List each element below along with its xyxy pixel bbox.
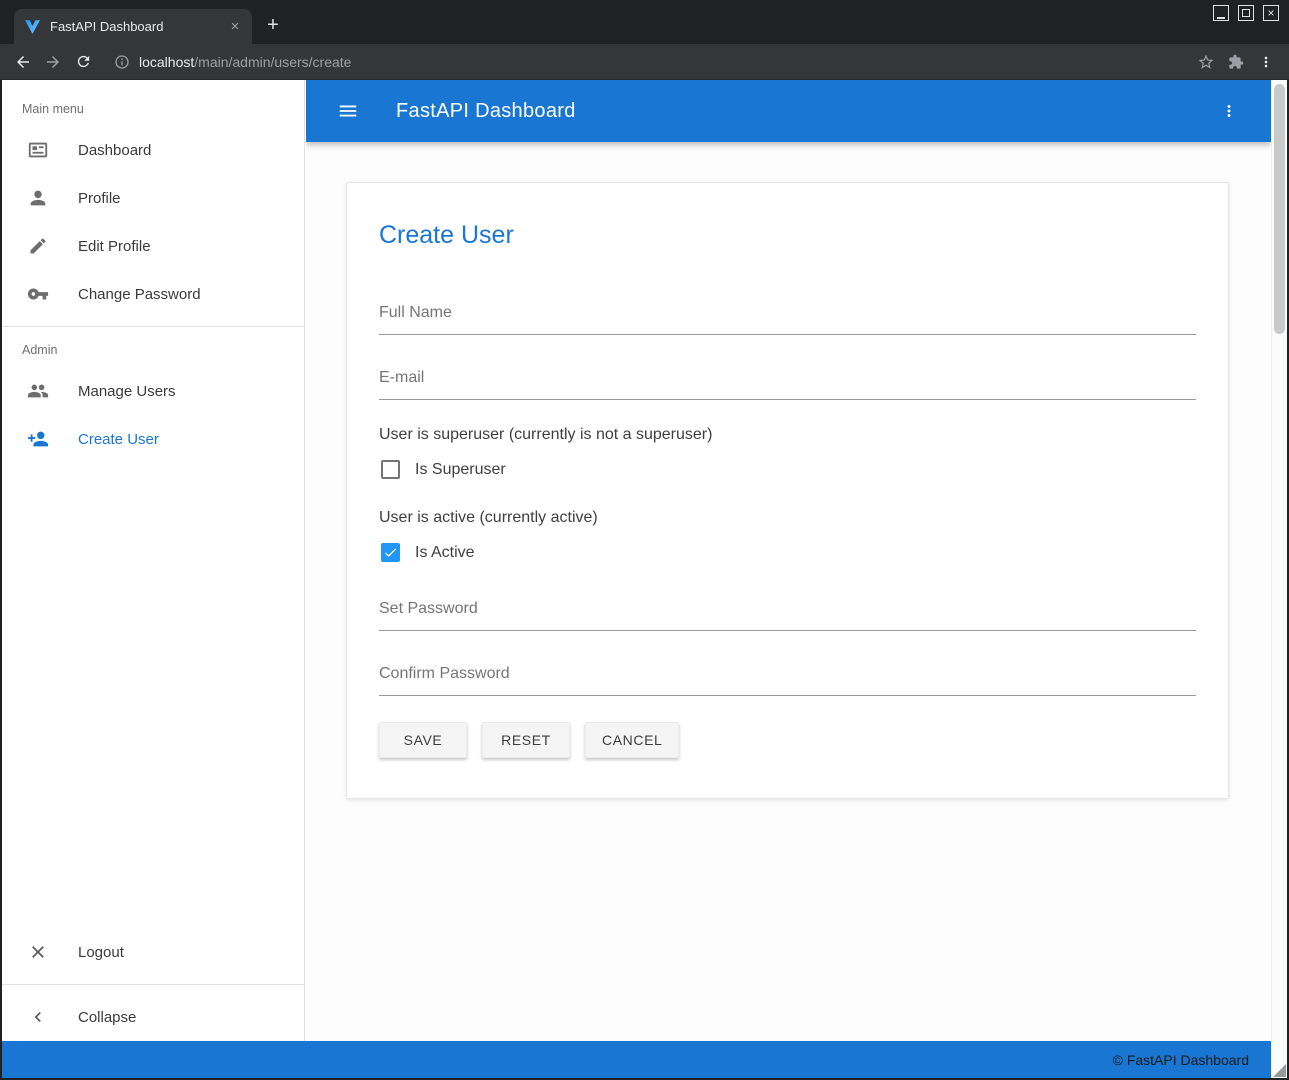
scrollbar-thumb[interactable] [1274, 84, 1285, 334]
reload-icon [75, 53, 92, 70]
sidebar-section-main-menu: Main menu [2, 94, 304, 126]
is-superuser-label: Is Superuser [415, 461, 506, 479]
is-active-checkbox[interactable] [381, 543, 400, 562]
confirm-password-field-wrap [379, 657, 1196, 696]
email-input[interactable] [379, 361, 1196, 400]
hamburger-menu-button[interactable] [330, 93, 366, 129]
maximize-icon [1242, 9, 1250, 17]
sidebar-item-label: Collapse [78, 1009, 136, 1026]
sidebar-item-profile[interactable]: Profile [2, 174, 304, 222]
address-bar[interactable]: localhost/main/admin/users/create [104, 48, 1185, 76]
window-close-button[interactable]: × [1263, 5, 1279, 21]
hamburger-icon [337, 100, 359, 122]
page-title: Create User [379, 221, 1196, 250]
minimize-icon [1217, 17, 1225, 19]
browser-menu-button[interactable] [1251, 47, 1281, 77]
browser-toolbar: localhost/main/admin/users/create [0, 44, 1289, 80]
sidebar-item-label: Edit Profile [78, 238, 151, 255]
page-info-icon[interactable] [114, 54, 130, 70]
sidebar-section-admin: Admin [2, 335, 304, 367]
sidebar-item-label: Change Password [78, 286, 201, 303]
forward-button[interactable] [38, 47, 68, 77]
extension-icon [1228, 54, 1244, 70]
people-icon [26, 379, 50, 403]
full-name-input[interactable] [379, 296, 1196, 335]
save-button[interactable]: SAVE [379, 722, 467, 758]
appbar-title: FastAPI Dashboard [396, 100, 1211, 123]
back-arrow-icon [14, 53, 32, 71]
reload-button[interactable] [68, 47, 98, 77]
tab-strip: FastAPI Dashboard × + × [0, 0, 1289, 44]
sidebar-item-edit-profile[interactable]: Edit Profile [2, 222, 304, 270]
page-viewport: Main menu Dashboard Profile Edit Profile [2, 80, 1287, 1078]
new-tab-button[interactable]: + [258, 10, 288, 40]
chevron-left-icon [26, 1005, 50, 1029]
kebab-menu-icon [1220, 102, 1238, 120]
sidebar-item-label: Manage Users [78, 383, 176, 400]
create-user-card: Create User User is superuser (currently… [346, 182, 1229, 799]
page-scrollbar[interactable] [1271, 80, 1287, 1078]
sidebar-item-collapse[interactable]: Collapse [2, 993, 304, 1041]
kebab-menu-icon [1258, 54, 1274, 70]
sidebar-item-change-password[interactable]: Change Password [2, 270, 304, 318]
sidebar-bottom-group: Logout Collapse [2, 928, 304, 1041]
sidebar-item-label: Dashboard [78, 142, 151, 159]
reset-button[interactable]: RESET [482, 722, 570, 758]
sidebar-item-label: Profile [78, 190, 121, 207]
tab-title: FastAPI Dashboard [50, 19, 226, 34]
person-icon [26, 186, 50, 210]
full-name-field-wrap [379, 296, 1196, 335]
page-content: Create User User is superuser (currently… [306, 182, 1271, 1041]
page-footer: © FastAPI Dashboard [2, 1041, 1271, 1078]
sidebar-item-label: Logout [78, 944, 124, 961]
superuser-hint: User is superuser (currently is not a su… [379, 426, 1196, 444]
browser-tab[interactable]: FastAPI Dashboard × [14, 9, 252, 44]
back-button[interactable] [8, 47, 38, 77]
set-password-field-wrap [379, 592, 1196, 631]
browser-window: FastAPI Dashboard × + × localhost/main/a… [0, 0, 1289, 1080]
tab-close-icon[interactable]: × [226, 18, 244, 36]
url-host: localhost [139, 54, 194, 70]
sidebar-item-label: Create User [78, 431, 159, 448]
active-hint: User is active (currently active) [379, 509, 1196, 527]
person-add-icon [26, 427, 50, 451]
footer-copyright: © FastAPI Dashboard [1113, 1052, 1249, 1068]
window-controls: × [1213, 5, 1279, 21]
is-superuser-checkbox[interactable] [381, 460, 400, 479]
bookmark-button[interactable] [1191, 47, 1221, 77]
confirm-password-input[interactable] [379, 657, 1196, 696]
sidebar-divider [2, 984, 304, 985]
main-area: FastAPI Dashboard Create User User is su… [306, 80, 1271, 1041]
star-icon [1197, 53, 1215, 71]
app-bar: FastAPI Dashboard [306, 80, 1271, 142]
email-field-wrap [379, 361, 1196, 400]
appbar-menu-button[interactable] [1211, 93, 1247, 129]
is-active-label: Is Active [415, 544, 475, 562]
sidebar-divider [2, 326, 304, 327]
is-active-checkbox-row[interactable]: Is Active [381, 543, 1196, 562]
url-text[interactable]: localhost/main/admin/users/create [139, 54, 351, 70]
window-minimize-button[interactable] [1213, 5, 1229, 21]
is-superuser-checkbox-row[interactable]: Is Superuser [381, 460, 1196, 479]
form-actions: SAVE RESET CANCEL [379, 722, 1196, 758]
set-password-input[interactable] [379, 592, 1196, 631]
logout-x-icon [26, 940, 50, 964]
url-path: /main/admin/users/create [194, 54, 351, 70]
vuetify-favicon-icon [24, 18, 41, 35]
window-maximize-button[interactable] [1238, 5, 1254, 21]
extension-button[interactable] [1221, 47, 1251, 77]
sidebar-item-manage-users[interactable]: Manage Users [2, 367, 304, 415]
forward-arrow-icon [44, 53, 62, 71]
check-icon [383, 545, 398, 560]
close-icon: × [1267, 7, 1274, 19]
sidebar-item-dashboard[interactable]: Dashboard [2, 126, 304, 174]
pencil-icon [26, 234, 50, 258]
sidebar: Main menu Dashboard Profile Edit Profile [2, 80, 305, 1041]
dashboard-icon [26, 138, 50, 162]
cancel-button[interactable]: CANCEL [585, 722, 679, 758]
sidebar-item-create-user[interactable]: Create User [2, 415, 304, 463]
sidebar-item-logout[interactable]: Logout [2, 928, 304, 976]
key-icon [26, 282, 50, 306]
